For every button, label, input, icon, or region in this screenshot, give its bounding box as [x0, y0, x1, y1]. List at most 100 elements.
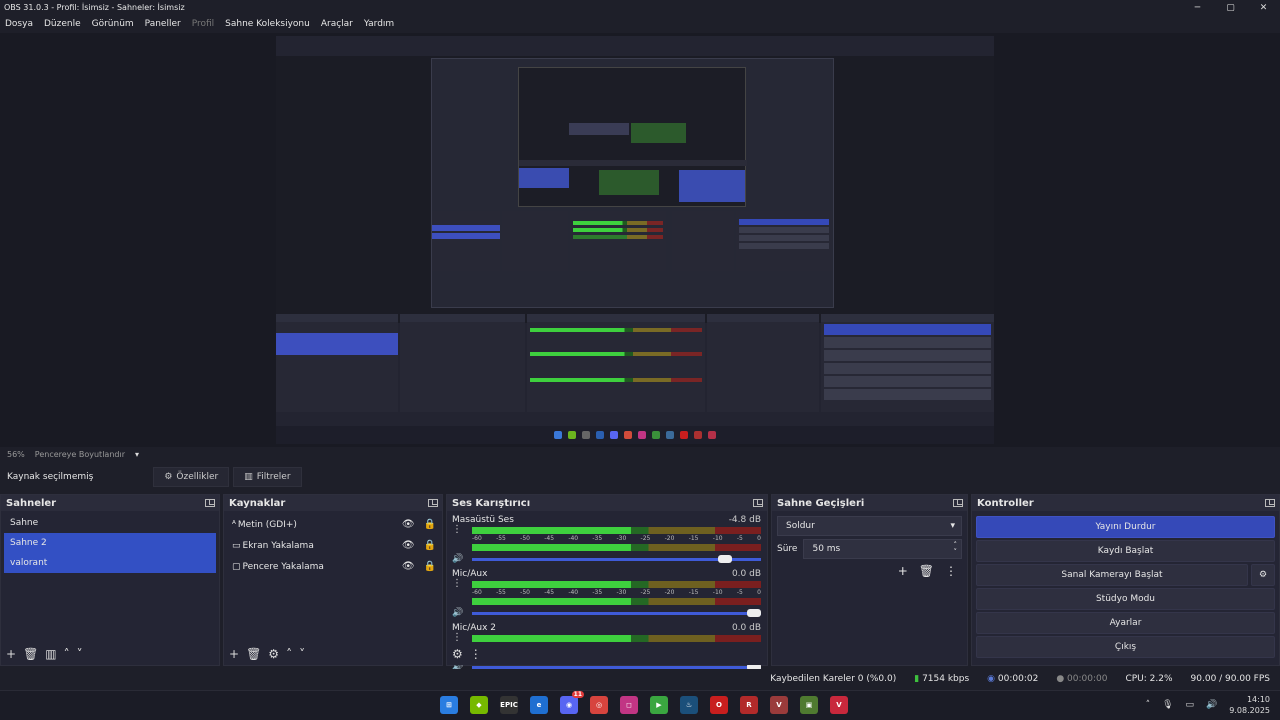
scene-item-selected[interactable]: valorant [4, 553, 216, 573]
edge-icon[interactable]: e [530, 696, 548, 714]
trash-icon[interactable]: 🗑 [23, 647, 38, 661]
volume-meter [472, 598, 761, 605]
scale-tick: 0 [757, 589, 761, 596]
gear-icon[interactable]: ⚙ [268, 647, 279, 661]
menu-tools[interactable]: Araçlar [321, 19, 353, 29]
channel-db: -4.8 dB [728, 514, 761, 525]
zoom-mode-select[interactable]: Pencereye Boyutlandır [35, 450, 125, 459]
stop-streaming-button[interactable]: Yayını Durdur [976, 516, 1275, 538]
speaker-icon[interactable]: 🔊 [452, 554, 466, 564]
undock-icon[interactable] [428, 499, 438, 507]
nested-preview [276, 56, 994, 323]
add-icon[interactable]: + [898, 564, 908, 578]
source-item[interactable]: ▭ Ekran Yakalama 👁 🔒 [224, 535, 442, 556]
microphone-icon[interactable]: 🎙 [1162, 700, 1173, 710]
nvidia-icon[interactable]: ◆ [470, 696, 488, 714]
eye-icon[interactable]: 👁 [402, 540, 415, 551]
undock-icon[interactable] [1265, 499, 1275, 507]
gear-icon[interactable]: ⚙ [452, 647, 463, 661]
filters-button[interactable]: ▥ Filtreler [233, 467, 302, 487]
menu-scene-collection[interactable]: Sahne Koleksiyonu [225, 19, 310, 29]
instagram-icon[interactable]: ◻ [620, 696, 638, 714]
undock-icon[interactable] [753, 499, 763, 507]
scale-tick: 0 [757, 535, 761, 542]
windows-icon[interactable]: ⊞ [440, 696, 458, 714]
scale-tick: -60 [472, 535, 482, 542]
menu-dots-icon[interactable]: ⋮ [945, 564, 957, 578]
virtual-camera-settings-button[interactable]: ⚙ [1251, 564, 1275, 586]
menu-dots-icon[interactable]: ⋮ [470, 647, 482, 661]
undock-icon[interactable] [205, 499, 215, 507]
source-toolbar: Kaynak seçilmemiş ⚙ Özellikler ▥ Filtrel… [0, 464, 1280, 490]
source-item[interactable]: ᴬ Metin (GDI+) 👁 🔒 [224, 514, 442, 535]
zoom-dropdown-icon[interactable]: ▾ [135, 450, 139, 459]
arrow-down-icon[interactable]: ˅ [299, 647, 305, 661]
discord-icon[interactable]: ◉ 11 [560, 691, 584, 714]
minimize-button[interactable]: ─ [1181, 0, 1214, 15]
duration-value: 50 ms [812, 544, 841, 554]
network-icon[interactable]: ▭ [1186, 700, 1195, 710]
volume-slider-handle[interactable] [747, 608, 761, 617]
chevron-up-icon[interactable]: ˄ [1146, 700, 1151, 710]
opera-icon[interactable]: O [710, 696, 728, 714]
eye-icon[interactable]: 👁 [402, 561, 415, 572]
speaker-icon[interactable]: 🔊 [452, 608, 466, 618]
transition-value: Soldur [786, 521, 815, 531]
lock-icon[interactable]: 🔒 [424, 519, 436, 530]
menu-edit[interactable]: Düzenle [44, 19, 81, 29]
volume-slider[interactable] [472, 554, 761, 563]
window-title: OBS 31.0.3 - Profil: İsimsiz - Sahneler:… [4, 3, 185, 12]
spin-arrows-icon[interactable]: ˄ ˅ [954, 542, 958, 556]
menu-view[interactable]: Görünüm [92, 19, 134, 29]
add-icon[interactable]: + [6, 647, 16, 661]
valorant-icon-2[interactable]: V [830, 696, 848, 714]
lock-icon[interactable]: 🔒 [424, 561, 436, 572]
scene-item-selected[interactable]: Sahne 2 [4, 533, 216, 553]
menu-docks[interactable]: Paneller [145, 19, 181, 29]
volume-slider-handle[interactable] [718, 554, 733, 563]
trash-icon[interactable]: 🗑 [246, 647, 261, 661]
chrome-icon[interactable]: ◎ [590, 696, 608, 714]
start-recording-button[interactable]: Kaydı Başlat [976, 540, 1275, 562]
properties-button[interactable]: ⚙ Özellikler [153, 467, 230, 487]
eye-icon[interactable]: 👁 [402, 519, 415, 530]
channel-db: 0.0 dB [731, 568, 761, 579]
steam-icon[interactable]: ♨ [680, 696, 698, 714]
arrow-up-icon[interactable]: ˄ [286, 647, 292, 661]
add-icon[interactable]: + [229, 647, 239, 661]
volume-slider[interactable] [472, 608, 761, 617]
close-button[interactable]: ✕ [1247, 0, 1280, 15]
scale-tick: -25 [640, 589, 651, 596]
minecraft-icon[interactable]: ▣ [800, 696, 818, 714]
undock-icon[interactable] [953, 499, 963, 507]
epic-games-icon[interactable]: EPIC [500, 696, 518, 714]
source-item[interactable]: ▢ Pencere Yakalama 👁 🔒 [224, 556, 442, 577]
gear-icon: ⚙ [164, 472, 173, 482]
studio-mode-button[interactable]: Stüdyo Modu [976, 588, 1275, 610]
start-virtual-camera-button[interactable]: Sanal Kamerayı Başlat [976, 564, 1248, 586]
menu-help[interactable]: Yardım [364, 19, 394, 29]
clock[interactable]: 14:10 9.08.2025 [1229, 694, 1270, 716]
volume-icon[interactable]: 🔊 [1206, 700, 1217, 710]
notification-badge: 11 [571, 691, 584, 698]
nested-preview-level2 [431, 58, 834, 308]
game-launcher-icon[interactable]: ▶ [650, 696, 668, 714]
transition-select[interactable]: Soldur ▾ [777, 516, 962, 536]
exit-button[interactable]: Çıkış [976, 636, 1275, 658]
transitions-title: Sahne Geçişleri [777, 497, 865, 509]
valorant-icon[interactable]: V [770, 696, 788, 714]
arrow-down-icon[interactable]: ˅ [77, 647, 83, 661]
settings-button[interactable]: Ayarlar [976, 612, 1275, 634]
menu-file[interactable]: Dosya [5, 19, 33, 29]
riot-icon[interactable]: R [740, 696, 758, 714]
preview-canvas[interactable] [0, 33, 1280, 447]
maximize-button[interactable]: ▢ [1214, 0, 1247, 15]
lock-icon[interactable]: 🔒 [424, 540, 436, 551]
chevron-down-icon: ▾ [950, 521, 955, 531]
filter-icon[interactable]: ▥ [45, 647, 56, 661]
duration-spinbox[interactable]: 50 ms ˄ ˅ [803, 539, 962, 559]
mixer-title: Ses Karıştırıcı [452, 497, 531, 509]
scene-item[interactable]: Sahne [4, 513, 216, 533]
trash-icon[interactable]: 🗑 [919, 564, 934, 578]
arrow-up-icon[interactable]: ˄ [64, 647, 70, 661]
